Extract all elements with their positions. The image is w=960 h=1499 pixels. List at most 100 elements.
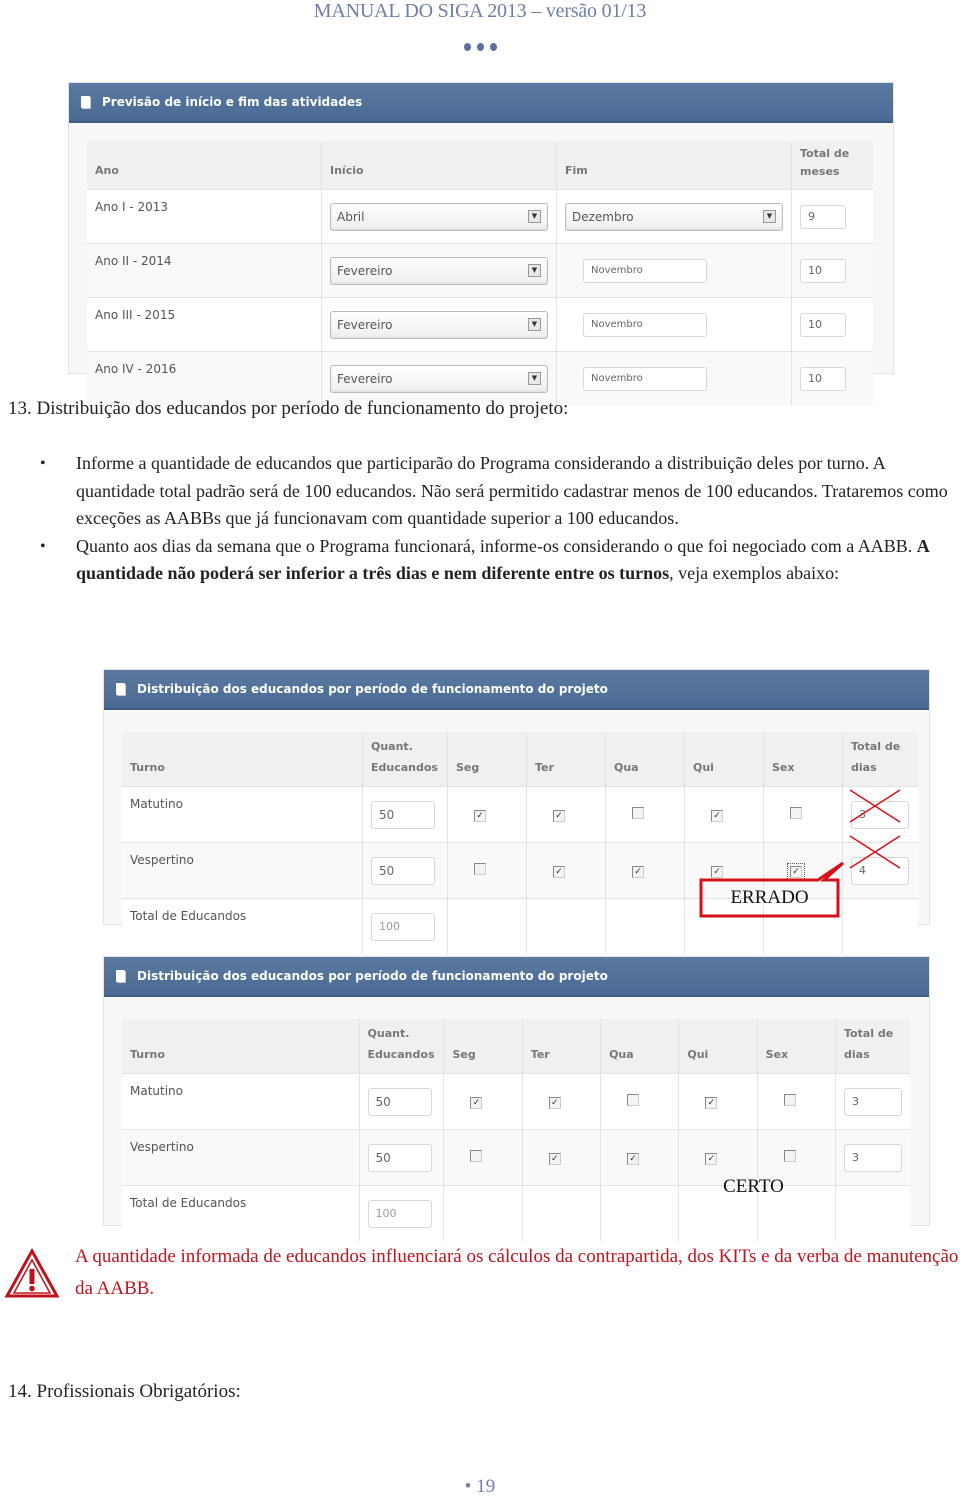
fim-field[interactable]: Novembro bbox=[583, 366, 707, 391]
checkbox-qua[interactable]: ✓ bbox=[632, 865, 644, 878]
dropdown-arrow-icon[interactable]: ▼ bbox=[528, 372, 541, 385]
empty-cell bbox=[605, 898, 685, 954]
day-cell-seg bbox=[443, 1129, 523, 1186]
day-cell-qua bbox=[605, 786, 685, 843]
empty-cell bbox=[443, 1185, 523, 1241]
distribuicao-table-certo: Turno Quant. Educandos Seg Ter Qua Qui Sex Tota… bbox=[122, 1019, 910, 1241]
quant-cell: 50 bbox=[359, 1129, 445, 1186]
quant-educandos-field[interactable]: 50 bbox=[367, 1143, 432, 1172]
col-turno: Turno bbox=[122, 732, 363, 787]
previsao-row: Ano I - 2013 Abril ▼ Dezembro ▼ 9 bbox=[87, 189, 873, 244]
col-total-dias: Total de dias bbox=[842, 732, 918, 787]
turno-label: Matutino bbox=[122, 786, 363, 843]
fim-cell: Novembro bbox=[556, 243, 792, 298]
section-14-title: 14. Profissionais Obrigatórios: bbox=[8, 1381, 241, 1402]
total-dias-cell: 4 bbox=[842, 842, 918, 899]
col-seg: Seg bbox=[447, 732, 527, 787]
total-educandos-label: Total de Educandos bbox=[122, 898, 363, 954]
checkbox-seg[interactable]: ✓ bbox=[474, 809, 486, 822]
fim-select[interactable]: Dezembro ▼ bbox=[565, 202, 783, 231]
checkbox-ter[interactable]: ✓ bbox=[548, 1096, 561, 1109]
fim-field[interactable]: Novembro bbox=[583, 258, 707, 283]
total-meses-field: 9 bbox=[800, 204, 846, 229]
checkbox-qui[interactable]: ✓ bbox=[711, 809, 723, 822]
col-qua: Qua bbox=[600, 1019, 680, 1074]
total-meses-cell: 10 bbox=[791, 351, 873, 405]
checkbox-qua[interactable] bbox=[632, 807, 644, 819]
day-cell-qua: ✓ bbox=[605, 842, 685, 899]
fim-cell: Dezembro ▼ bbox=[556, 189, 792, 244]
col-sex: Sex bbox=[763, 732, 843, 787]
inicio-select-value: Fevereiro bbox=[337, 371, 393, 386]
inicio-select-value: Abril bbox=[337, 209, 365, 224]
checkbox-sex[interactable] bbox=[790, 807, 802, 819]
col-fim: Fim bbox=[556, 141, 792, 190]
document-icon bbox=[116, 683, 125, 695]
checkbox-sex[interactable] bbox=[783, 1150, 796, 1162]
fim-cell: Novembro bbox=[556, 351, 792, 405]
day-cell-ter: ✓ bbox=[526, 786, 606, 843]
previsao-row: Ano IV - 2016 Fevereiro ▼ Novembro 10 bbox=[87, 351, 873, 405]
day-cell-seg: ✓ bbox=[447, 786, 527, 843]
checkbox-ter[interactable]: ✓ bbox=[548, 1152, 561, 1165]
total-meses-cell: 10 bbox=[791, 297, 873, 352]
checkbox-qui[interactable]: ✓ bbox=[705, 1096, 718, 1109]
page-number: • 19 bbox=[464, 1476, 496, 1497]
col-qua: Qua bbox=[605, 732, 685, 787]
total-dias-field: 3 bbox=[851, 800, 909, 829]
total-educandos-cell: 100 bbox=[359, 1185, 445, 1241]
inicio-select[interactable]: Fevereiro ▼ bbox=[330, 310, 548, 339]
col-quant-educandos: Quant. Educandos bbox=[362, 732, 448, 787]
dropdown-arrow-icon[interactable]: ▼ bbox=[528, 264, 541, 277]
col-sex: Sex bbox=[757, 1019, 837, 1074]
col-qui: Qui bbox=[684, 732, 764, 787]
day-cell-qui: ✓ bbox=[684, 786, 764, 843]
inicio-cell: Fevereiro ▼ bbox=[321, 351, 557, 405]
empty-cell bbox=[522, 1185, 602, 1241]
distribuicao-table-errado: Turno Quant. Educandos Seg Ter Qua Qui Sex Tota… bbox=[122, 732, 918, 954]
total-meses-field: 10 bbox=[800, 312, 846, 337]
total-educandos-cell: 100 bbox=[362, 898, 448, 954]
quant-educandos-field[interactable]: 50 bbox=[367, 1087, 432, 1116]
inicio-select-value: Fevereiro bbox=[337, 317, 393, 332]
checkbox-qui[interactable]: ✓ bbox=[711, 865, 723, 878]
checkbox-ter[interactable]: ✓ bbox=[553, 809, 565, 822]
bullet-dias-end: , veja exemplos abaixo: bbox=[669, 563, 840, 583]
checkbox-qui[interactable]: ✓ bbox=[705, 1152, 718, 1165]
fim-select-value: Dezembro bbox=[572, 209, 634, 224]
checkbox-qua[interactable] bbox=[627, 1094, 640, 1106]
checkbox-seg[interactable]: ✓ bbox=[470, 1096, 483, 1109]
day-cell-seg: ✓ bbox=[443, 1073, 523, 1130]
inicio-cell: Fevereiro ▼ bbox=[321, 297, 557, 352]
inicio-select[interactable]: Abril ▼ bbox=[330, 202, 548, 231]
quant-educandos-field[interactable]: 50 bbox=[371, 856, 435, 885]
checkbox-seg[interactable] bbox=[470, 1150, 483, 1162]
quant-cell: 50 bbox=[362, 786, 448, 843]
col-inicio: Início bbox=[321, 141, 557, 190]
dropdown-arrow-icon[interactable]: ▼ bbox=[528, 318, 541, 331]
checkbox-sex[interactable]: ✓ bbox=[787, 862, 805, 881]
fim-field[interactable]: Novembro bbox=[583, 312, 707, 337]
empty-cell bbox=[526, 898, 606, 954]
day-cell-qua: ✓ bbox=[600, 1129, 680, 1186]
quant-educandos-field[interactable]: 50 bbox=[371, 800, 435, 829]
total-dias-cell: 3 bbox=[842, 786, 918, 843]
checkbox-seg[interactable] bbox=[474, 863, 486, 875]
day-cell-seg bbox=[447, 842, 527, 899]
total-educandos-label: Total de Educandos bbox=[122, 1185, 360, 1241]
col-quant-educandos: Quant. Educandos bbox=[359, 1019, 445, 1074]
document-header-title: MANUAL DO SIGA 2013 – versão 01/13 bbox=[313, 0, 647, 22]
checkbox-sex[interactable] bbox=[783, 1094, 796, 1106]
bullet-dias-semana: Quanto aos dias da semana que o Programa… bbox=[40, 533, 950, 588]
dropdown-arrow-icon[interactable]: ▼ bbox=[763, 210, 776, 223]
quant-cell: 50 bbox=[359, 1073, 445, 1130]
checkbox-qua[interactable]: ✓ bbox=[627, 1152, 640, 1165]
col-total-meses: Total de meses bbox=[791, 141, 873, 190]
header-dots-ornament bbox=[0, 38, 960, 56]
checkbox-ter[interactable]: ✓ bbox=[553, 865, 565, 878]
inicio-select[interactable]: Fevereiro ▼ bbox=[330, 364, 548, 393]
dropdown-arrow-icon[interactable]: ▼ bbox=[528, 210, 541, 223]
total-educandos-field: 100 bbox=[367, 1199, 432, 1228]
inicio-select[interactable]: Fevereiro ▼ bbox=[330, 256, 548, 285]
document-icon bbox=[81, 96, 90, 108]
